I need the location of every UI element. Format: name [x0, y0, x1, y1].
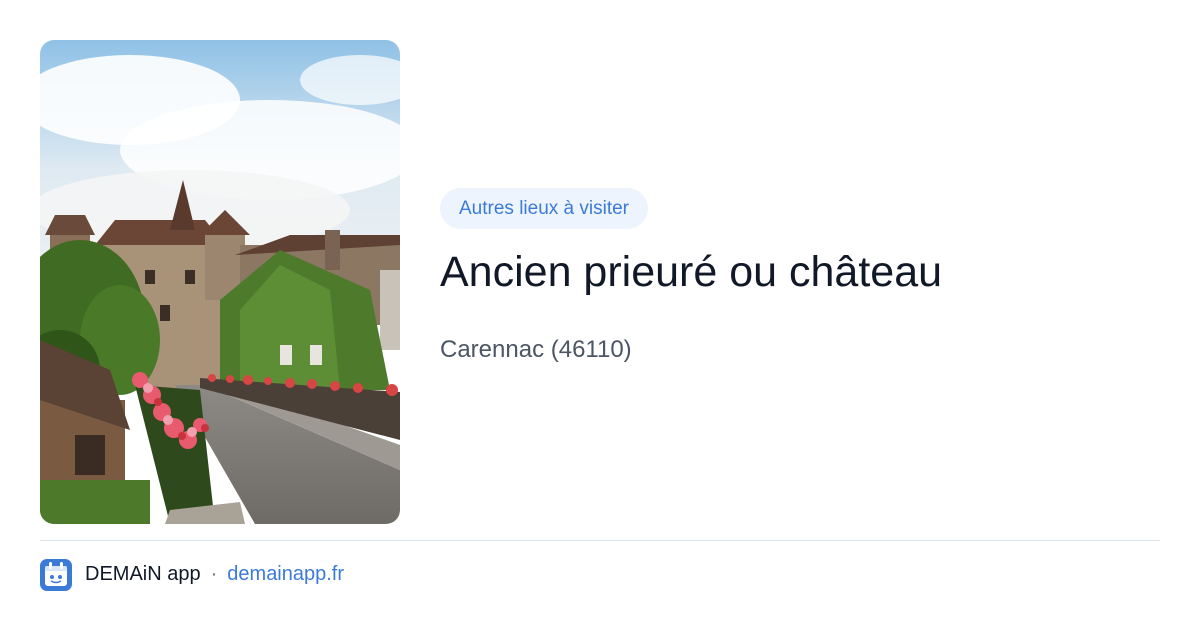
app-name: DEMAiN app [85, 563, 201, 585]
footer-divider [40, 540, 1160, 541]
place-title: Ancien prieuré ou château [440, 248, 943, 296]
app-url-link[interactable]: demainapp.fr [227, 563, 344, 586]
category-badge: Autres lieux à visiter [440, 188, 649, 229]
place-location: Carennac (46110) [440, 336, 632, 363]
demain-app-logo-icon [40, 558, 72, 591]
place-photo [40, 40, 400, 524]
footer-brand: DEMAiN app · demainapp.fr [40, 558, 344, 591]
separator: · [210, 563, 218, 585]
village-photo [40, 40, 400, 524]
